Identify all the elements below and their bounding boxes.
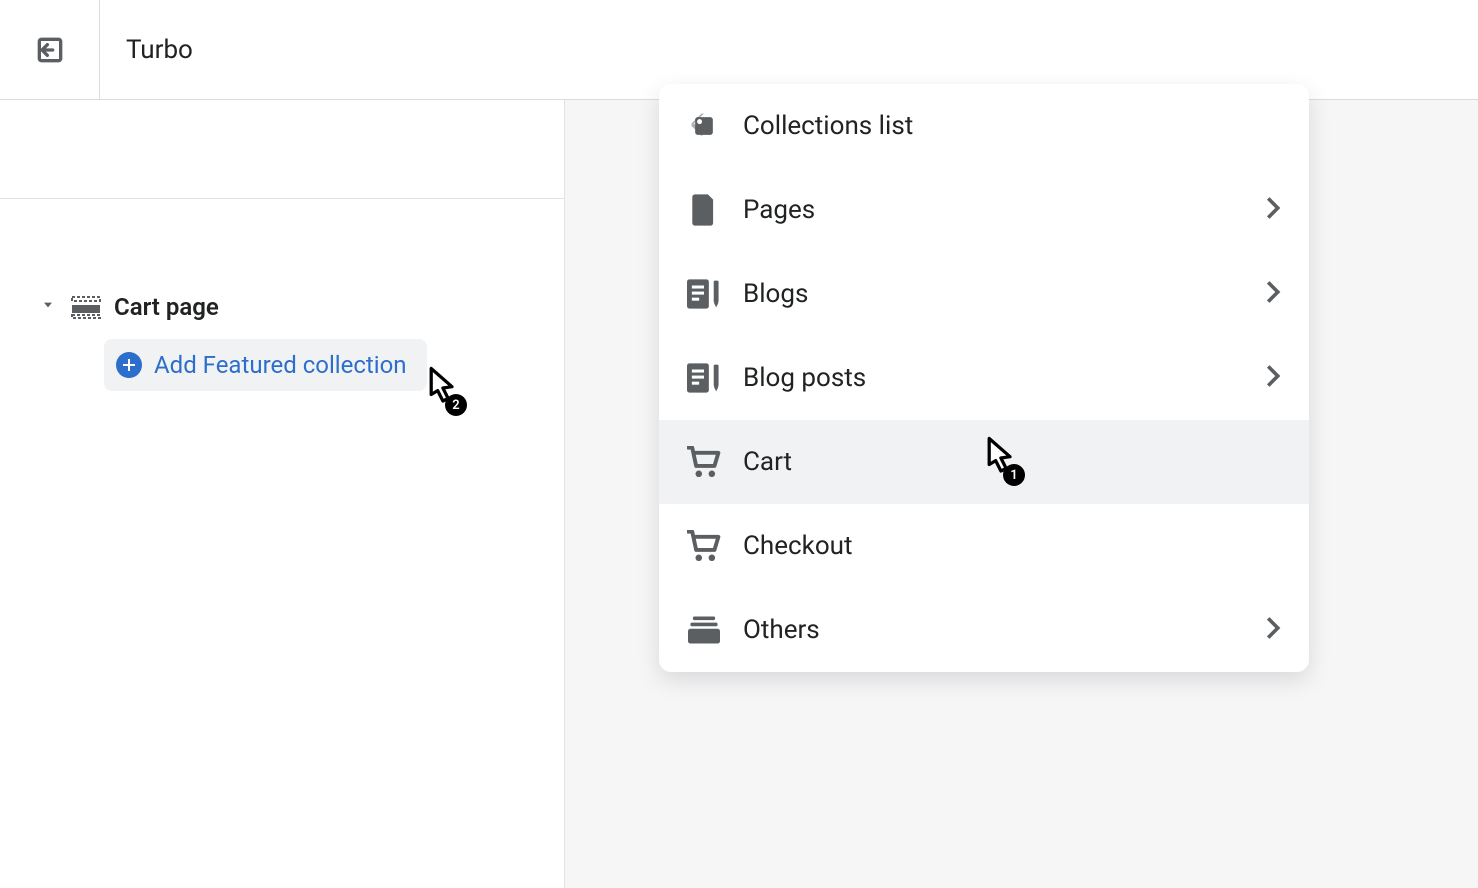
menu-item-others[interactable]: Others [659, 588, 1309, 672]
exit-icon [34, 34, 66, 66]
menu-item-label: Collections list [743, 111, 1281, 141]
menu-item-label: Cart [743, 447, 1281, 477]
page-icon [687, 193, 721, 227]
stack-icon [687, 613, 721, 647]
section-icon [70, 295, 102, 319]
menu-item-label: Checkout [743, 531, 1281, 561]
chevron-right-icon [1265, 364, 1281, 392]
collapse-toggle-icon[interactable] [40, 297, 58, 317]
menu-item-label: Blogs [743, 279, 1243, 309]
chevron-right-icon [1265, 616, 1281, 644]
chevron-right-icon [1265, 280, 1281, 308]
page-dropdown-menu: Collections list Pages Blogs Blog posts … [659, 84, 1309, 672]
chevron-right-icon [1265, 196, 1281, 224]
menu-item-blogs[interactable]: Blogs [659, 252, 1309, 336]
blog-icon [687, 277, 721, 311]
menu-item-collections-list[interactable]: Collections list [659, 84, 1309, 168]
menu-item-blog-posts[interactable]: Blog posts [659, 336, 1309, 420]
add-featured-collection-button[interactable]: Add Featured collection [104, 339, 427, 391]
exit-button[interactable] [0, 0, 100, 100]
sidebar-panel: Cart page Add Featured collection [0, 100, 565, 888]
menu-item-label: Others [743, 615, 1243, 645]
menu-item-cart[interactable]: Cart [659, 420, 1309, 504]
add-label: Add Featured collection [154, 351, 407, 379]
menu-item-checkout[interactable]: Checkout [659, 504, 1309, 588]
tag-icon [687, 109, 721, 143]
blog-icon [687, 361, 721, 395]
cart-icon [687, 445, 721, 479]
menu-item-label: Pages [743, 195, 1243, 225]
menu-item-label: Blog posts [743, 363, 1243, 393]
plus-circle-icon [116, 352, 142, 378]
cart-icon [687, 529, 721, 563]
menu-item-pages[interactable]: Pages [659, 168, 1309, 252]
section-label: Cart page [114, 293, 219, 321]
theme-title: Turbo [100, 35, 1478, 65]
section-cart-page[interactable]: Cart page [0, 289, 564, 325]
